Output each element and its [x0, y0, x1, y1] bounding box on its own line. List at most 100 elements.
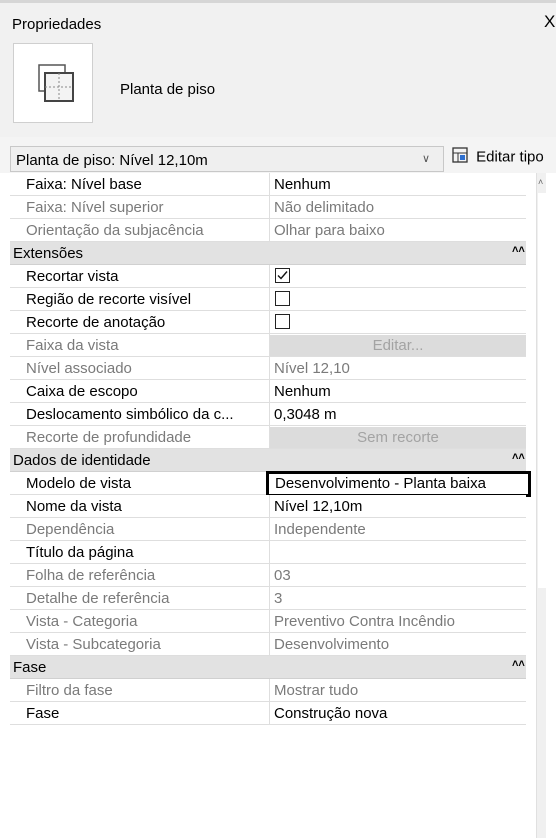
- property-name: Folha de referência: [26, 567, 156, 584]
- column-divider: [269, 219, 270, 242]
- property-name: Título da página: [26, 544, 134, 561]
- button-label: Sem recorte: [357, 429, 439, 446]
- type-selector-value: Planta de piso: Nível 12,10m: [16, 152, 208, 169]
- property-name: Dependência: [26, 521, 115, 538]
- property-row-faixa-nivel-base[interactable]: Faixa: Nível base Nenhum: [10, 173, 526, 196]
- column-divider: [269, 610, 270, 633]
- property-value: Mostrar tudo: [274, 682, 359, 699]
- property-name: Vista - Categoria: [26, 613, 138, 630]
- recorte-profundidade-button[interactable]: Sem recorte: [270, 427, 526, 448]
- column-divider: [269, 196, 270, 219]
- column-divider: [269, 357, 270, 380]
- column-divider: [269, 403, 270, 426]
- collapse-icon[interactable]: ˄˄: [512, 451, 525, 463]
- property-row-faixa-nivel-superior[interactable]: Faixa: Nível superior Não delimitado: [10, 196, 526, 219]
- property-name: Recorte de profundidade: [26, 429, 192, 446]
- scroll-up-icon[interactable]: ˄: [538, 177, 543, 187]
- section-header-extensoes[interactable]: Extensões ˄˄: [10, 242, 526, 265]
- button-label: Editar...: [372, 337, 424, 354]
- property-name: Nome da vista: [26, 498, 122, 515]
- property-value: Desenvolvimento - Planta baixa: [275, 475, 486, 492]
- property-value[interactable]: Nível 12,10m: [274, 498, 362, 515]
- view-template-button[interactable]: Desenvolvimento - Planta baixa: [266, 471, 531, 497]
- property-value: 03: [274, 567, 291, 584]
- property-value: Desenvolvimento: [274, 636, 390, 653]
- property-name: Caixa de escopo: [26, 383, 138, 400]
- scrollbar-thumb[interactable]: [538, 193, 546, 588]
- property-row-titulo-da-pagina[interactable]: Título da página: [10, 541, 526, 564]
- property-name: Região de recorte visível: [26, 291, 192, 308]
- properties-grid: Faixa: Nível base Nenhum Faixa: Nível su…: [10, 173, 546, 838]
- vertical-scrollbar[interactable]: ˄: [536, 173, 546, 838]
- property-row-folha-de-referencia[interactable]: Folha de referência 03: [10, 564, 526, 587]
- section-title: Dados de identidade: [13, 452, 151, 469]
- type-selector-dropdown[interactable]: Planta de piso: Nível 12,10m ∨: [10, 146, 444, 172]
- property-name: Vista - Subcategoria: [26, 636, 161, 653]
- property-row-fase[interactable]: Fase Construção nova: [10, 702, 526, 725]
- property-row-recorte-anotacao[interactable]: Recorte de anotação: [10, 311, 526, 334]
- checkmark-icon: [277, 271, 288, 280]
- property-row-recorte-profundidade[interactable]: Recorte de profundidade Sem recorte: [10, 426, 526, 449]
- collapse-icon[interactable]: ˄˄: [512, 244, 525, 256]
- recortar-vista-checkbox[interactable]: [275, 268, 290, 283]
- property-value[interactable]: Nenhum: [274, 176, 331, 193]
- property-row-vista-subcategoria[interactable]: Vista - Subcategoria Desenvolvimento: [10, 633, 526, 656]
- property-name: Filtro da fase: [26, 682, 113, 699]
- column-divider: [269, 311, 270, 334]
- property-name: Recorte de anotação: [26, 314, 166, 331]
- property-row-nome-da-vista[interactable]: Nome da vista Nível 12,10m: [10, 495, 526, 518]
- column-divider: [269, 679, 270, 702]
- column-divider: [269, 518, 270, 541]
- property-value[interactable]: Construção nova: [274, 705, 387, 722]
- column-divider: [269, 495, 270, 518]
- property-name: Fase: [26, 705, 60, 722]
- close-icon[interactable]: X: [544, 13, 555, 30]
- property-value[interactable]: Nenhum: [274, 383, 331, 400]
- column-divider: [269, 173, 270, 196]
- column-divider: [269, 702, 270, 725]
- section-title: Fase: [13, 659, 47, 676]
- property-row-deslocamento-simbolico[interactable]: Deslocamento simbólico da c... 0,3048 m: [10, 403, 526, 426]
- property-row-orientacao-subjacencia[interactable]: Orientação da subjacência Olhar para bai…: [10, 219, 526, 242]
- column-divider: [269, 265, 270, 288]
- property-value: Olhar para baixo: [274, 222, 385, 239]
- faixa-da-vista-edit-button[interactable]: Editar...: [270, 335, 526, 356]
- property-name: Detalhe de referência: [26, 590, 170, 607]
- column-divider: [269, 380, 270, 403]
- chevron-down-icon[interactable]: ∨: [422, 152, 430, 165]
- property-row-detalhe-de-referencia[interactable]: Detalhe de referência 3: [10, 587, 526, 610]
- panel-title: Propriedades: [12, 16, 102, 33]
- property-row-regiao-recorte-visivel[interactable]: Região de recorte visível: [10, 288, 526, 311]
- property-name: Recortar vista: [26, 268, 119, 285]
- property-row-filtro-da-fase[interactable]: Filtro da fase Mostrar tudo: [10, 679, 526, 702]
- recorte-anotacao-checkbox[interactable]: [275, 314, 290, 329]
- edit-type-icon: [452, 147, 468, 167]
- regiao-recorte-visivel-checkbox[interactable]: [275, 291, 290, 306]
- type-selector-bar: Planta de piso: Nível 12,10m ∨ Editar ti…: [0, 137, 556, 173]
- section-header-dados-identidade[interactable]: Dados de identidade ˄˄: [10, 449, 526, 472]
- column-divider: [269, 587, 270, 610]
- property-row-modelo-de-vista[interactable]: Modelo de vista Desenvolvimento - Planta…: [10, 471, 531, 497]
- properties-title-bar: Propriedades X: [0, 3, 556, 37]
- property-row-nivel-associado[interactable]: Nível associado Nível 12,10: [10, 357, 526, 380]
- property-name: Faixa da vista: [26, 337, 119, 354]
- property-row-faixa-da-vista[interactable]: Faixa da vista Editar...: [10, 334, 526, 357]
- column-divider: [269, 288, 270, 311]
- property-value: Não delimitado: [274, 199, 375, 216]
- property-row-recortar-vista[interactable]: Recortar vista: [10, 265, 526, 288]
- type-thumbnail: [13, 43, 93, 123]
- property-row-caixa-de-escopo[interactable]: Caixa de escopo Nenhum: [10, 380, 526, 403]
- property-value[interactable]: 0,3048 m: [274, 406, 337, 423]
- column-divider: [269, 633, 270, 656]
- floor-plan-icon: [38, 64, 74, 102]
- property-name: Faixa: Nível superior: [26, 199, 164, 216]
- edit-type-button[interactable]: Editar tipo: [452, 147, 544, 171]
- property-row-vista-categoria[interactable]: Vista - Categoria Preventivo Contra Incê…: [10, 610, 526, 633]
- section-title: Extensões: [13, 245, 84, 262]
- collapse-icon[interactable]: ˄˄: [512, 658, 525, 670]
- type-name-label: Planta de piso: [120, 81, 216, 98]
- property-name: Faixa: Nível base: [26, 176, 142, 193]
- section-header-fase[interactable]: Fase ˄˄: [10, 656, 526, 679]
- property-row-dependencia[interactable]: Dependência Independente: [10, 518, 526, 541]
- property-name: Deslocamento simbólico da c...: [26, 406, 234, 423]
